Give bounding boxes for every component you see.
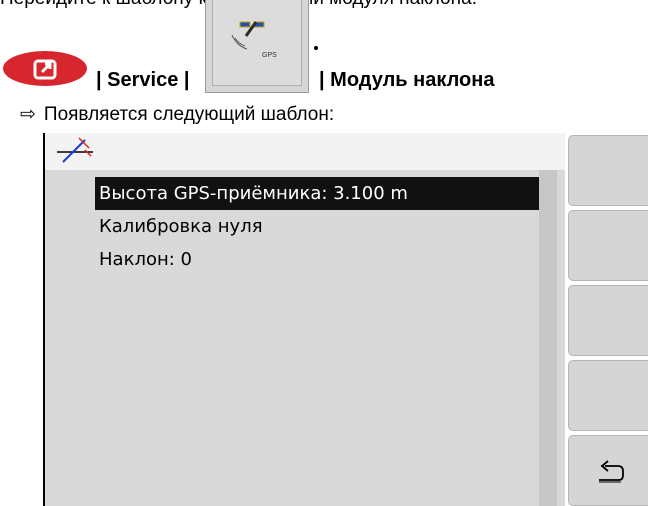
navigation-breadcrumb: | Service | GPS | Модуль наклона (0, 0, 648, 100)
softkey-column (565, 133, 648, 506)
menu-item-gps-height[interactable]: Высота GPS-приёмника: 3.100 m (95, 177, 539, 210)
softkey-3[interactable] (568, 285, 648, 356)
home-button[interactable] (3, 51, 87, 86)
mask-area: Высота GPS-приёмника: 3.100 m Калибровка… (43, 133, 565, 506)
menu-list: Высота GPS-приёмника: 3.100 m Калибровка… (95, 177, 539, 276)
result-arrow-icon: ⇨ (20, 104, 36, 125)
result-line: ⇨ Появляется следующий шаблон: (20, 103, 334, 126)
menu-item-zero-calibration[interactable]: Калибровка нуля (95, 210, 539, 243)
menu-item-tilt[interactable]: Наклон: 0 (95, 243, 539, 276)
softkey-2[interactable] (568, 210, 648, 281)
gps-button-label: GPS (262, 52, 277, 59)
gps-module-button[interactable]: GPS (205, 0, 309, 93)
mask-title-bar (45, 133, 565, 170)
softkey-4[interactable] (568, 360, 648, 431)
result-text: Появляется следующий шаблон: (43, 104, 335, 125)
softkey-1[interactable] (568, 135, 648, 206)
gps-antenna-icon (231, 21, 265, 50)
scrollbar[interactable] (539, 170, 557, 506)
softkey-back[interactable] (568, 435, 648, 506)
tilt-module-icon (57, 137, 93, 163)
breadcrumb-tilt-module: | Модуль наклона (319, 69, 495, 91)
back-icon (599, 460, 624, 483)
terminal-screen: Высота GPS-приёмника: 3.100 m Калибровка… (43, 133, 648, 506)
active-indicator-dot (314, 46, 318, 50)
breadcrumb-service: | Service | (96, 69, 190, 91)
home-icon (33, 59, 57, 80)
